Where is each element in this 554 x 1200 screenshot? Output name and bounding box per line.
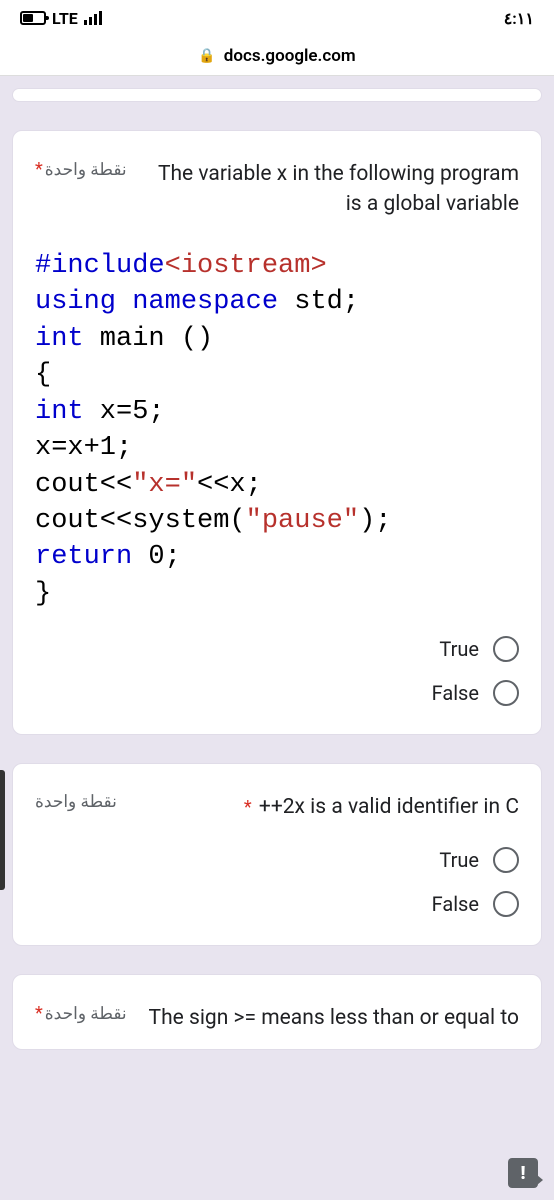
options-group: True False	[35, 847, 519, 917]
radio-icon	[493, 680, 519, 706]
question-card-1: *نقطة واحدة The variable x in the follow…	[12, 130, 542, 735]
question-text: The variable x in the following program …	[139, 159, 519, 220]
lock-icon: 🔒	[198, 48, 215, 64]
points-label: نقطة واحدة	[35, 792, 117, 812]
radio-icon	[493, 636, 519, 662]
question-card-3: *نقطة واحدة The sign >= means less than …	[12, 974, 542, 1050]
clock: ٤:١١	[504, 9, 534, 28]
option-label: True	[439, 848, 479, 872]
code-snippet: #include<iostream> using namespace std; …	[35, 248, 519, 612]
url-text: docs.google.com	[224, 46, 356, 66]
question-card-2: نقطة واحدة * ++2x is a valid identifier …	[12, 763, 542, 945]
battery-icon	[20, 11, 46, 25]
browser-url-bar[interactable]: 🔒 docs.google.com	[0, 36, 554, 76]
status-left: LTE	[20, 9, 102, 28]
option-label: False	[432, 681, 479, 705]
option-true[interactable]: True	[439, 636, 519, 662]
option-true[interactable]: True	[439, 847, 519, 873]
radio-icon	[493, 891, 519, 917]
scroll-indicator	[0, 770, 5, 890]
option-label: True	[439, 637, 479, 661]
question-text: The sign >= means less than or equal to	[139, 1003, 519, 1033]
previous-card-peek	[12, 88, 542, 102]
options-group: True False	[35, 636, 519, 706]
status-bar: LTE ٤:١١	[0, 0, 554, 36]
option-false[interactable]: False	[432, 680, 519, 706]
question-text: * ++2x is a valid identifier in C	[129, 792, 519, 822]
warning-icon: !	[521, 1163, 526, 1184]
carrier-label: LTE	[52, 9, 78, 28]
option-label: False	[432, 892, 479, 916]
points-label: *نقطة واحدة	[35, 159, 127, 180]
option-false[interactable]: False	[432, 891, 519, 917]
points-label: *نقطة واحدة	[35, 1003, 127, 1024]
signal-icon	[84, 11, 102, 25]
warning-badge[interactable]: !	[508, 1158, 538, 1188]
page-content[interactable]: *نقطة واحدة The variable x in the follow…	[0, 76, 554, 1200]
radio-icon	[493, 847, 519, 873]
